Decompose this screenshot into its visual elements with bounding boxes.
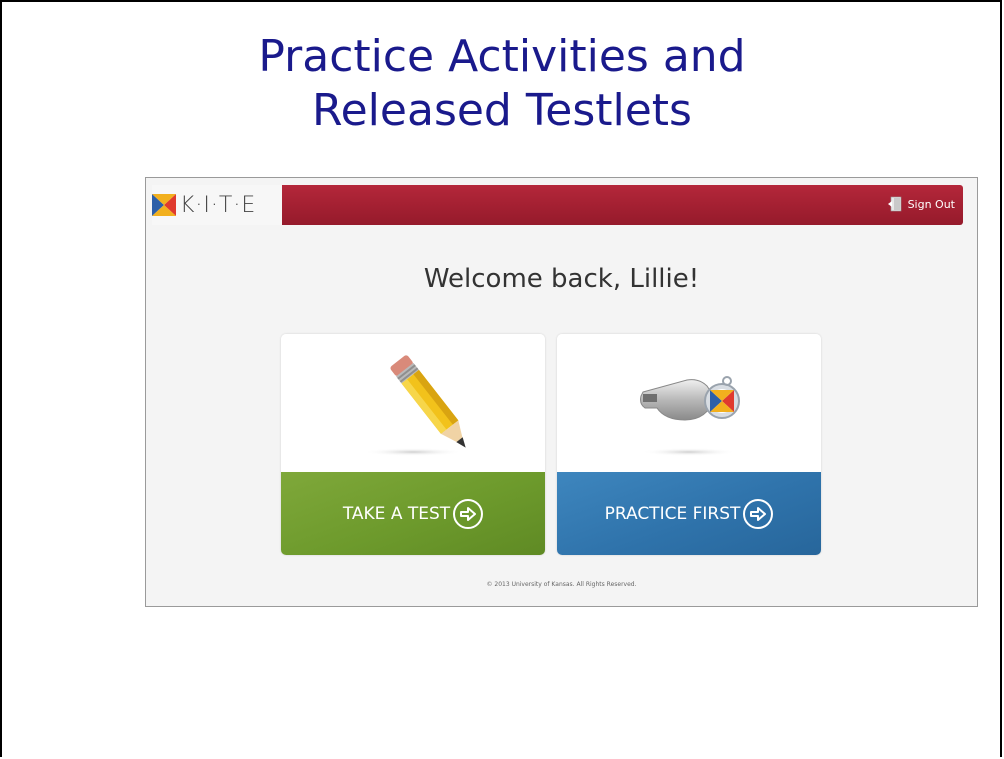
- sign-out-button[interactable]: Sign Out: [887, 196, 955, 212]
- sign-out-icon: [887, 196, 901, 212]
- sign-out-label: Sign Out: [907, 197, 955, 211]
- whistle-icon: [640, 376, 740, 456]
- practice-first-art: [557, 334, 821, 472]
- kite-logo-icon: [152, 194, 176, 216]
- arrow-right-icon: [453, 498, 484, 529]
- kite-logo-text: K·I·T·E: [180, 192, 257, 218]
- kite-logo: K·I·T·E: [152, 185, 282, 225]
- take-a-test-button[interactable]: TAKE A TEST: [281, 472, 545, 555]
- practice-first-label: PRACTICE FIRST: [604, 503, 741, 524]
- pencil-icon: [363, 355, 466, 456]
- welcome-message: Welcome back, Lillie!: [423, 264, 700, 294]
- header-banner: Sign Out: [282, 185, 963, 225]
- kite-app-window: K·I·T·E Sign Out Welcome back, Lillie! T…: [145, 177, 978, 607]
- slide-title-line1: Practice Activities and: [258, 31, 746, 82]
- copyright-footer: © 2013 University of Kansas. All Rights …: [486, 581, 637, 588]
- take-a-test-art: [281, 334, 545, 472]
- practice-first-button[interactable]: PRACTICE FIRST: [557, 472, 821, 555]
- take-a-test-card[interactable]: TAKE A TEST: [281, 334, 545, 555]
- slide-title: Practice Activities and Released Testlet…: [0, 30, 1004, 138]
- arrow-right-icon: [743, 498, 774, 529]
- practice-first-card[interactable]: PRACTICE FIRST: [557, 334, 821, 555]
- slide-title-line2: Released Testlets: [312, 85, 692, 136]
- app-header: K·I·T·E Sign Out: [146, 178, 977, 225]
- take-a-test-label: TAKE A TEST: [342, 503, 451, 524]
